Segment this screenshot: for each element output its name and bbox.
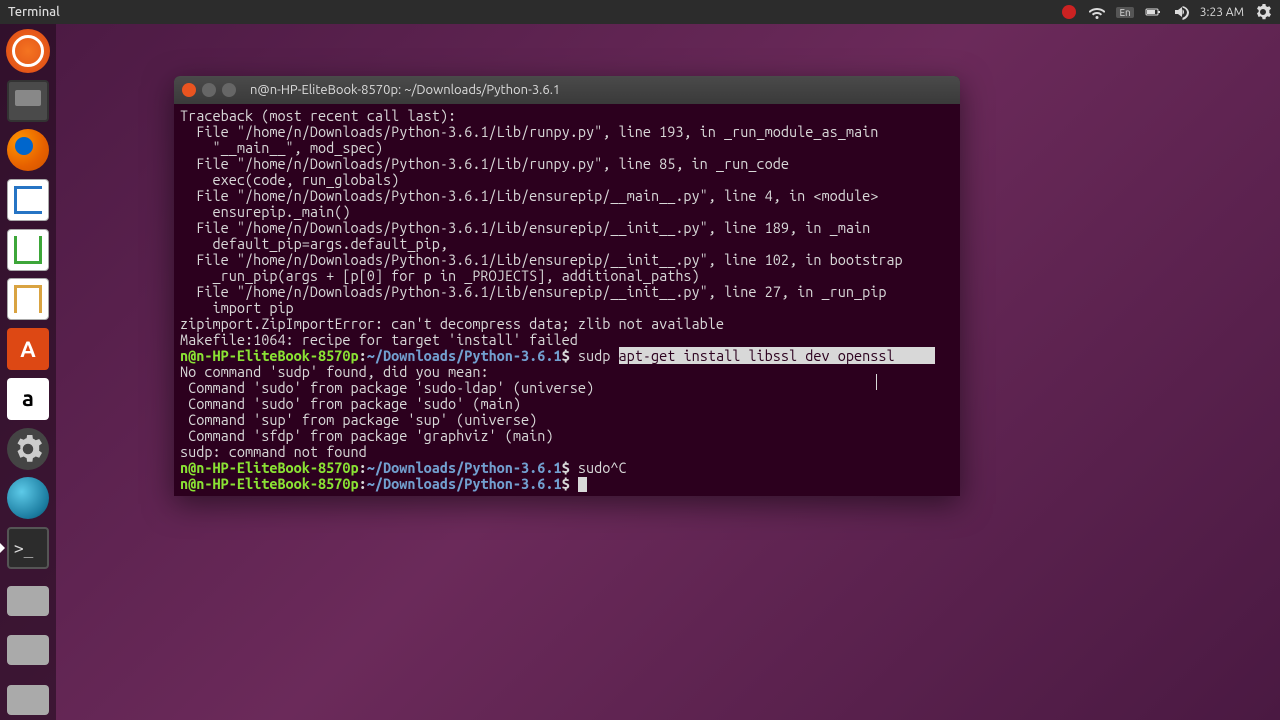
- clock[interactable]: 3:23 AM: [1200, 6, 1244, 19]
- globe-icon: [7, 477, 49, 519]
- output-line: sudp: command not found: [180, 444, 954, 460]
- app-title: Terminal: [8, 5, 60, 19]
- files-icon: [7, 80, 49, 122]
- launcher-calc[interactable]: [4, 227, 52, 273]
- terminal-content[interactable]: Traceback (most recent call last): File …: [174, 104, 960, 496]
- unity-launcher: a >_: [0, 24, 56, 720]
- output-line: Traceback (most recent call last):: [180, 108, 954, 124]
- settings-gear-icon: [7, 428, 49, 470]
- output-line: import pip: [180, 300, 954, 316]
- output-line: "__main__", mod_spec): [180, 140, 954, 156]
- output-line: No command 'sudp' found, did you mean:: [180, 364, 954, 380]
- output-line: File "/home/n/Downloads/Python-3.6.1/Lib…: [180, 284, 954, 300]
- launcher-settings[interactable]: [4, 426, 52, 472]
- window-buttons: [182, 83, 236, 97]
- firefox-icon: [7, 129, 49, 171]
- software-icon: [7, 328, 49, 370]
- window-titlebar[interactable]: n@n-HP-EliteBook-8570p: ~/Downloads/Pyth…: [174, 76, 960, 104]
- output-line: Makefile:1064: recipe for target 'instal…: [180, 332, 954, 348]
- output-line: Command 'sudo' from package 'sudo-ldap' …: [180, 380, 954, 396]
- impress-icon: [7, 278, 49, 320]
- terminal-icon: >_: [7, 527, 49, 569]
- window-title: n@n-HP-EliteBook-8570p: ~/Downloads/Pyth…: [250, 83, 560, 97]
- calc-icon: [7, 229, 49, 271]
- language-indicator[interactable]: En: [1116, 7, 1133, 18]
- output-line: Command 'sup' from package 'sup' (univer…: [180, 412, 954, 428]
- launcher-disk-2[interactable]: [4, 625, 52, 671]
- launcher-firefox[interactable]: [4, 127, 52, 173]
- disk-icon: [7, 586, 49, 616]
- output-line: _run_pip(args + [p[0] for p in _PROJECTS…: [180, 268, 954, 284]
- launcher-terminal[interactable]: >_: [4, 525, 52, 571]
- prompt-line[interactable]: n@n-HP-EliteBook-8570p:~/Downloads/Pytho…: [180, 476, 954, 492]
- amazon-icon: a: [7, 378, 49, 420]
- launcher-software[interactable]: [4, 326, 52, 372]
- prompt-line: n@n-HP-EliteBook-8570p:~/Downloads/Pytho…: [180, 460, 954, 476]
- output-line: exec(code, run_globals): [180, 172, 954, 188]
- output-line: File "/home/n/Downloads/Python-3.6.1/Lib…: [180, 156, 954, 172]
- top-menubar: Terminal En 3:23 AM: [0, 0, 1280, 24]
- output-line: Command 'sudo' from package 'sudo' (main…: [180, 396, 954, 412]
- minimize-button[interactable]: [202, 83, 216, 97]
- writer-icon: [7, 179, 49, 221]
- launcher-amazon[interactable]: a: [4, 376, 52, 422]
- ubuntu-logo-icon: [6, 29, 50, 73]
- close-button[interactable]: [182, 83, 196, 97]
- output-line: Command 'sfdp' from package 'graphviz' (…: [180, 428, 954, 444]
- terminal-window[interactable]: n@n-HP-EliteBook-8570p: ~/Downloads/Pyth…: [174, 76, 960, 496]
- prompt-line: n@n-HP-EliteBook-8570p:~/Downloads/Pytho…: [180, 348, 954, 364]
- text-cursor-ibeam: [876, 374, 877, 390]
- wifi-icon[interactable]: [1088, 3, 1106, 21]
- battery-icon[interactable]: [1144, 3, 1162, 21]
- output-line: File "/home/n/Downloads/Python-3.6.1/Lib…: [180, 220, 954, 236]
- launcher-impress[interactable]: [4, 277, 52, 323]
- output-line: File "/home/n/Downloads/Python-3.6.1/Lib…: [180, 124, 954, 140]
- output-line: File "/home/n/Downloads/Python-3.6.1/Lib…: [180, 188, 954, 204]
- launcher-writer[interactable]: [4, 177, 52, 223]
- selected-text: apt-get install libssl dev openssl: [619, 347, 936, 364]
- output-line: default_pip=args.default_pip,: [180, 236, 954, 252]
- output-line: zipimport.ZipImportError: can't decompre…: [180, 316, 954, 332]
- launcher-browser[interactable]: [4, 475, 52, 521]
- launcher-disk-3[interactable]: [4, 674, 52, 720]
- output-line: ensurepip._main(): [180, 204, 954, 220]
- disk-icon: [7, 685, 49, 715]
- record-indicator-icon[interactable]: [1060, 3, 1078, 21]
- disk-icon: [7, 635, 49, 665]
- launcher-files[interactable]: [4, 78, 52, 124]
- volume-icon[interactable]: [1172, 3, 1190, 21]
- output-line: File "/home/n/Downloads/Python-3.6.1/Lib…: [180, 252, 954, 268]
- maximize-button[interactable]: [222, 83, 236, 97]
- terminal-cursor: [578, 477, 587, 492]
- launcher-dash[interactable]: [4, 28, 52, 74]
- gear-icon[interactable]: [1254, 3, 1272, 21]
- launcher-disk-1[interactable]: [4, 575, 52, 621]
- system-tray: En 3:23 AM: [1060, 3, 1272, 21]
